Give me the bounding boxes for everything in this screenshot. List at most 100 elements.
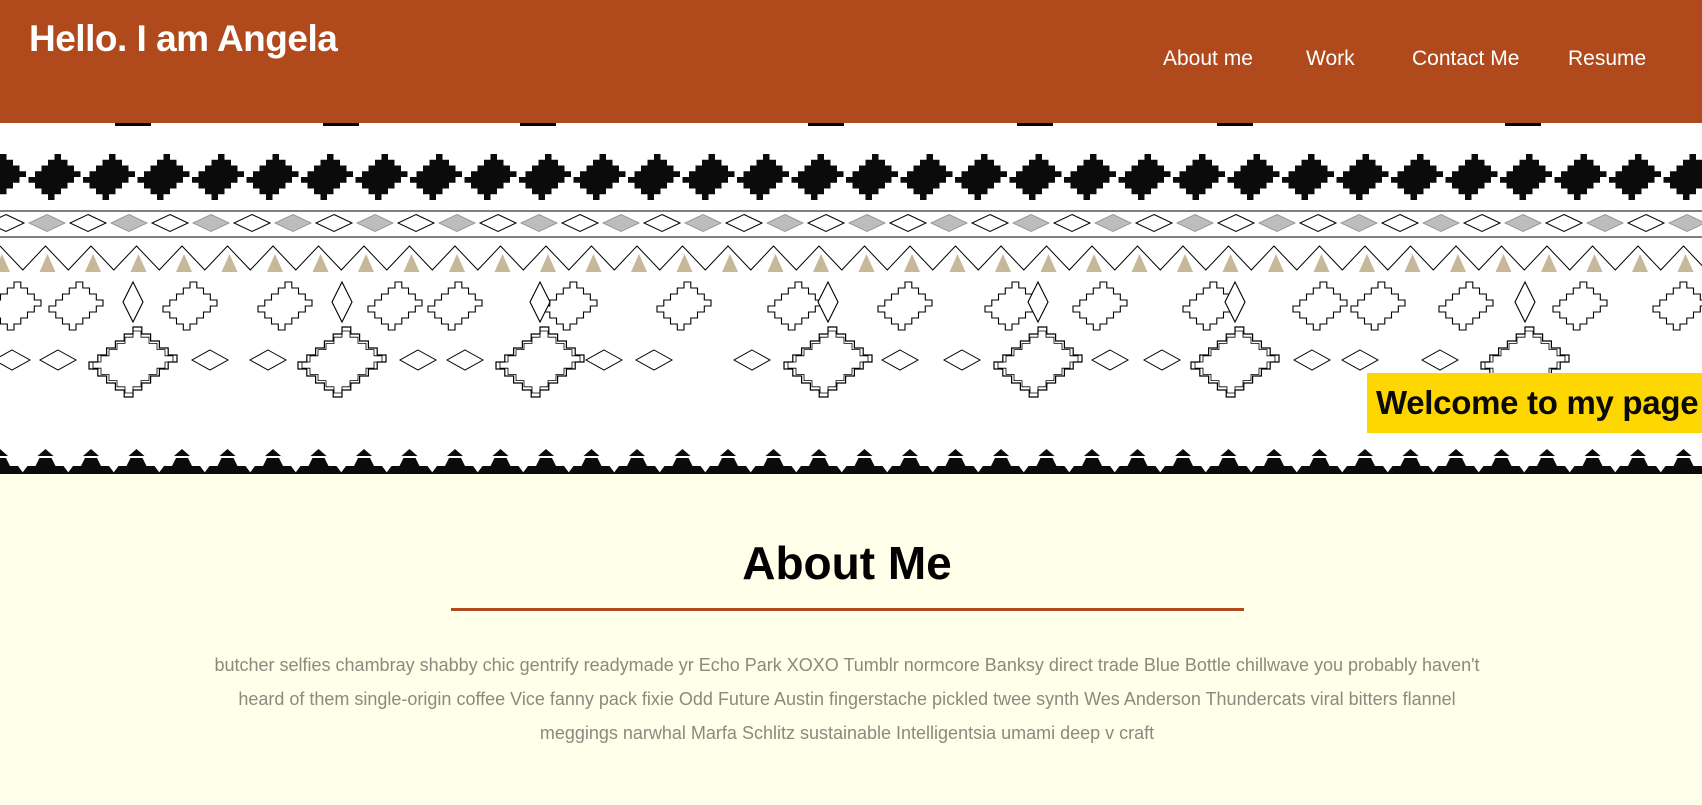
pattern-shape xyxy=(1503,213,1543,233)
pattern-shape xyxy=(1134,213,1174,233)
pattern-shape xyxy=(1292,349,1332,371)
pattern-shape xyxy=(567,458,616,474)
pattern-shape xyxy=(542,281,598,331)
pattern-shape xyxy=(115,123,151,126)
pattern-shape xyxy=(355,154,408,200)
pattern-shape xyxy=(1159,458,1207,474)
pattern-shape xyxy=(811,449,827,456)
nav-link-about-me[interactable]: About me xyxy=(1163,47,1253,71)
pattern-shape xyxy=(767,281,823,331)
pattern-shape xyxy=(676,254,693,272)
pattern-shape xyxy=(267,254,283,272)
pattern-shape xyxy=(877,281,933,331)
pattern-shape xyxy=(522,458,570,474)
pattern-shape xyxy=(83,449,99,456)
pattern-shape xyxy=(560,213,600,233)
pattern-shape xyxy=(1514,280,1536,324)
pattern-shape xyxy=(795,458,843,474)
welcome-badge: Welcome to my page ! xyxy=(1367,373,1702,433)
pattern-shape xyxy=(1175,213,1215,233)
nav-link-resume[interactable]: Resume xyxy=(1568,47,1646,71)
pattern-shape xyxy=(1380,213,1420,233)
pattern-shape xyxy=(1539,449,1555,456)
pattern-shape xyxy=(1404,254,1421,272)
pattern-shape xyxy=(658,458,707,474)
pattern-shape xyxy=(203,458,252,474)
pattern-shape xyxy=(1339,213,1379,233)
pattern-shape xyxy=(232,213,272,233)
pattern-shape xyxy=(1544,213,1584,233)
pattern-shape xyxy=(499,330,581,394)
pattern-shape xyxy=(583,449,600,456)
pattern-shape xyxy=(585,254,602,272)
pattern-shape xyxy=(1541,254,1557,272)
pattern-shape xyxy=(1659,458,1702,474)
nav-link-contact-me[interactable]: Contact Me xyxy=(1412,47,1519,71)
pattern-shape xyxy=(1093,213,1133,233)
pattern-shape xyxy=(273,213,313,233)
pattern-shape xyxy=(1173,154,1225,200)
pattern-shape xyxy=(0,458,24,474)
pattern-shape xyxy=(112,458,161,474)
pattern-shape xyxy=(791,154,844,200)
pattern-shape xyxy=(1568,458,1617,474)
pattern-shape xyxy=(634,349,674,371)
pattern-shape xyxy=(449,254,465,272)
nav-link-work[interactable]: Work xyxy=(1306,47,1355,71)
pattern-shape xyxy=(1257,213,1297,233)
pattern-shape xyxy=(1667,213,1702,233)
pattern-shape xyxy=(410,154,462,200)
pattern-shape xyxy=(1554,154,1607,200)
pattern-shape xyxy=(427,281,483,331)
pattern-shape xyxy=(1500,154,1552,200)
pattern-shape xyxy=(38,349,78,371)
pattern-shape xyxy=(248,349,288,371)
pattern-shape xyxy=(970,213,1010,233)
pattern-shape xyxy=(0,349,32,371)
pattern-shape xyxy=(1118,154,1171,200)
pattern-shape xyxy=(1477,458,1526,474)
pattern-shape xyxy=(445,349,485,371)
pattern-shape xyxy=(1663,154,1702,200)
pattern-shape xyxy=(1432,458,1480,474)
pattern-shape xyxy=(584,349,624,371)
pattern-shape xyxy=(856,449,873,456)
pattern-shape xyxy=(1438,281,1494,331)
pattern-shape xyxy=(519,154,571,200)
pattern-shape xyxy=(1175,449,1191,456)
pattern-shape xyxy=(122,280,144,324)
pattern-shape xyxy=(1268,254,1284,272)
pattern-shape xyxy=(401,449,418,456)
pattern-shape xyxy=(1090,349,1130,371)
pattern-shape xyxy=(1292,281,1348,331)
pattern-shape xyxy=(749,458,798,474)
pattern-shape xyxy=(476,458,525,474)
pattern-shape xyxy=(1630,449,1646,456)
pattern-shape xyxy=(331,280,353,324)
pattern-shape xyxy=(1194,330,1276,394)
pattern-shape xyxy=(1266,449,1282,456)
pattern-shape xyxy=(1421,213,1461,233)
pattern-shape xyxy=(1336,154,1389,200)
pattern-shape xyxy=(997,330,1079,394)
pattern-shape xyxy=(765,449,782,456)
pattern-shape xyxy=(1313,254,1330,272)
pattern-shape xyxy=(246,154,299,200)
pattern-shape xyxy=(1311,449,1328,456)
pattern-shape xyxy=(162,281,218,331)
pattern-shape xyxy=(806,213,846,233)
pattern-shape xyxy=(447,449,463,456)
pattern-shape xyxy=(85,254,101,272)
pattern-shape xyxy=(947,449,964,456)
pattern-shape xyxy=(573,154,626,200)
pattern-shape xyxy=(385,458,434,474)
about-heading: About Me xyxy=(742,537,952,589)
pattern-shape xyxy=(656,281,712,331)
pattern-shape xyxy=(724,213,764,233)
pattern-shape xyxy=(257,281,313,331)
pattern-shape xyxy=(221,254,238,272)
pattern-shape xyxy=(0,245,1702,271)
pattern-shape xyxy=(1295,458,1344,474)
pattern-shape xyxy=(1495,254,1512,272)
pattern-shape xyxy=(398,349,438,371)
